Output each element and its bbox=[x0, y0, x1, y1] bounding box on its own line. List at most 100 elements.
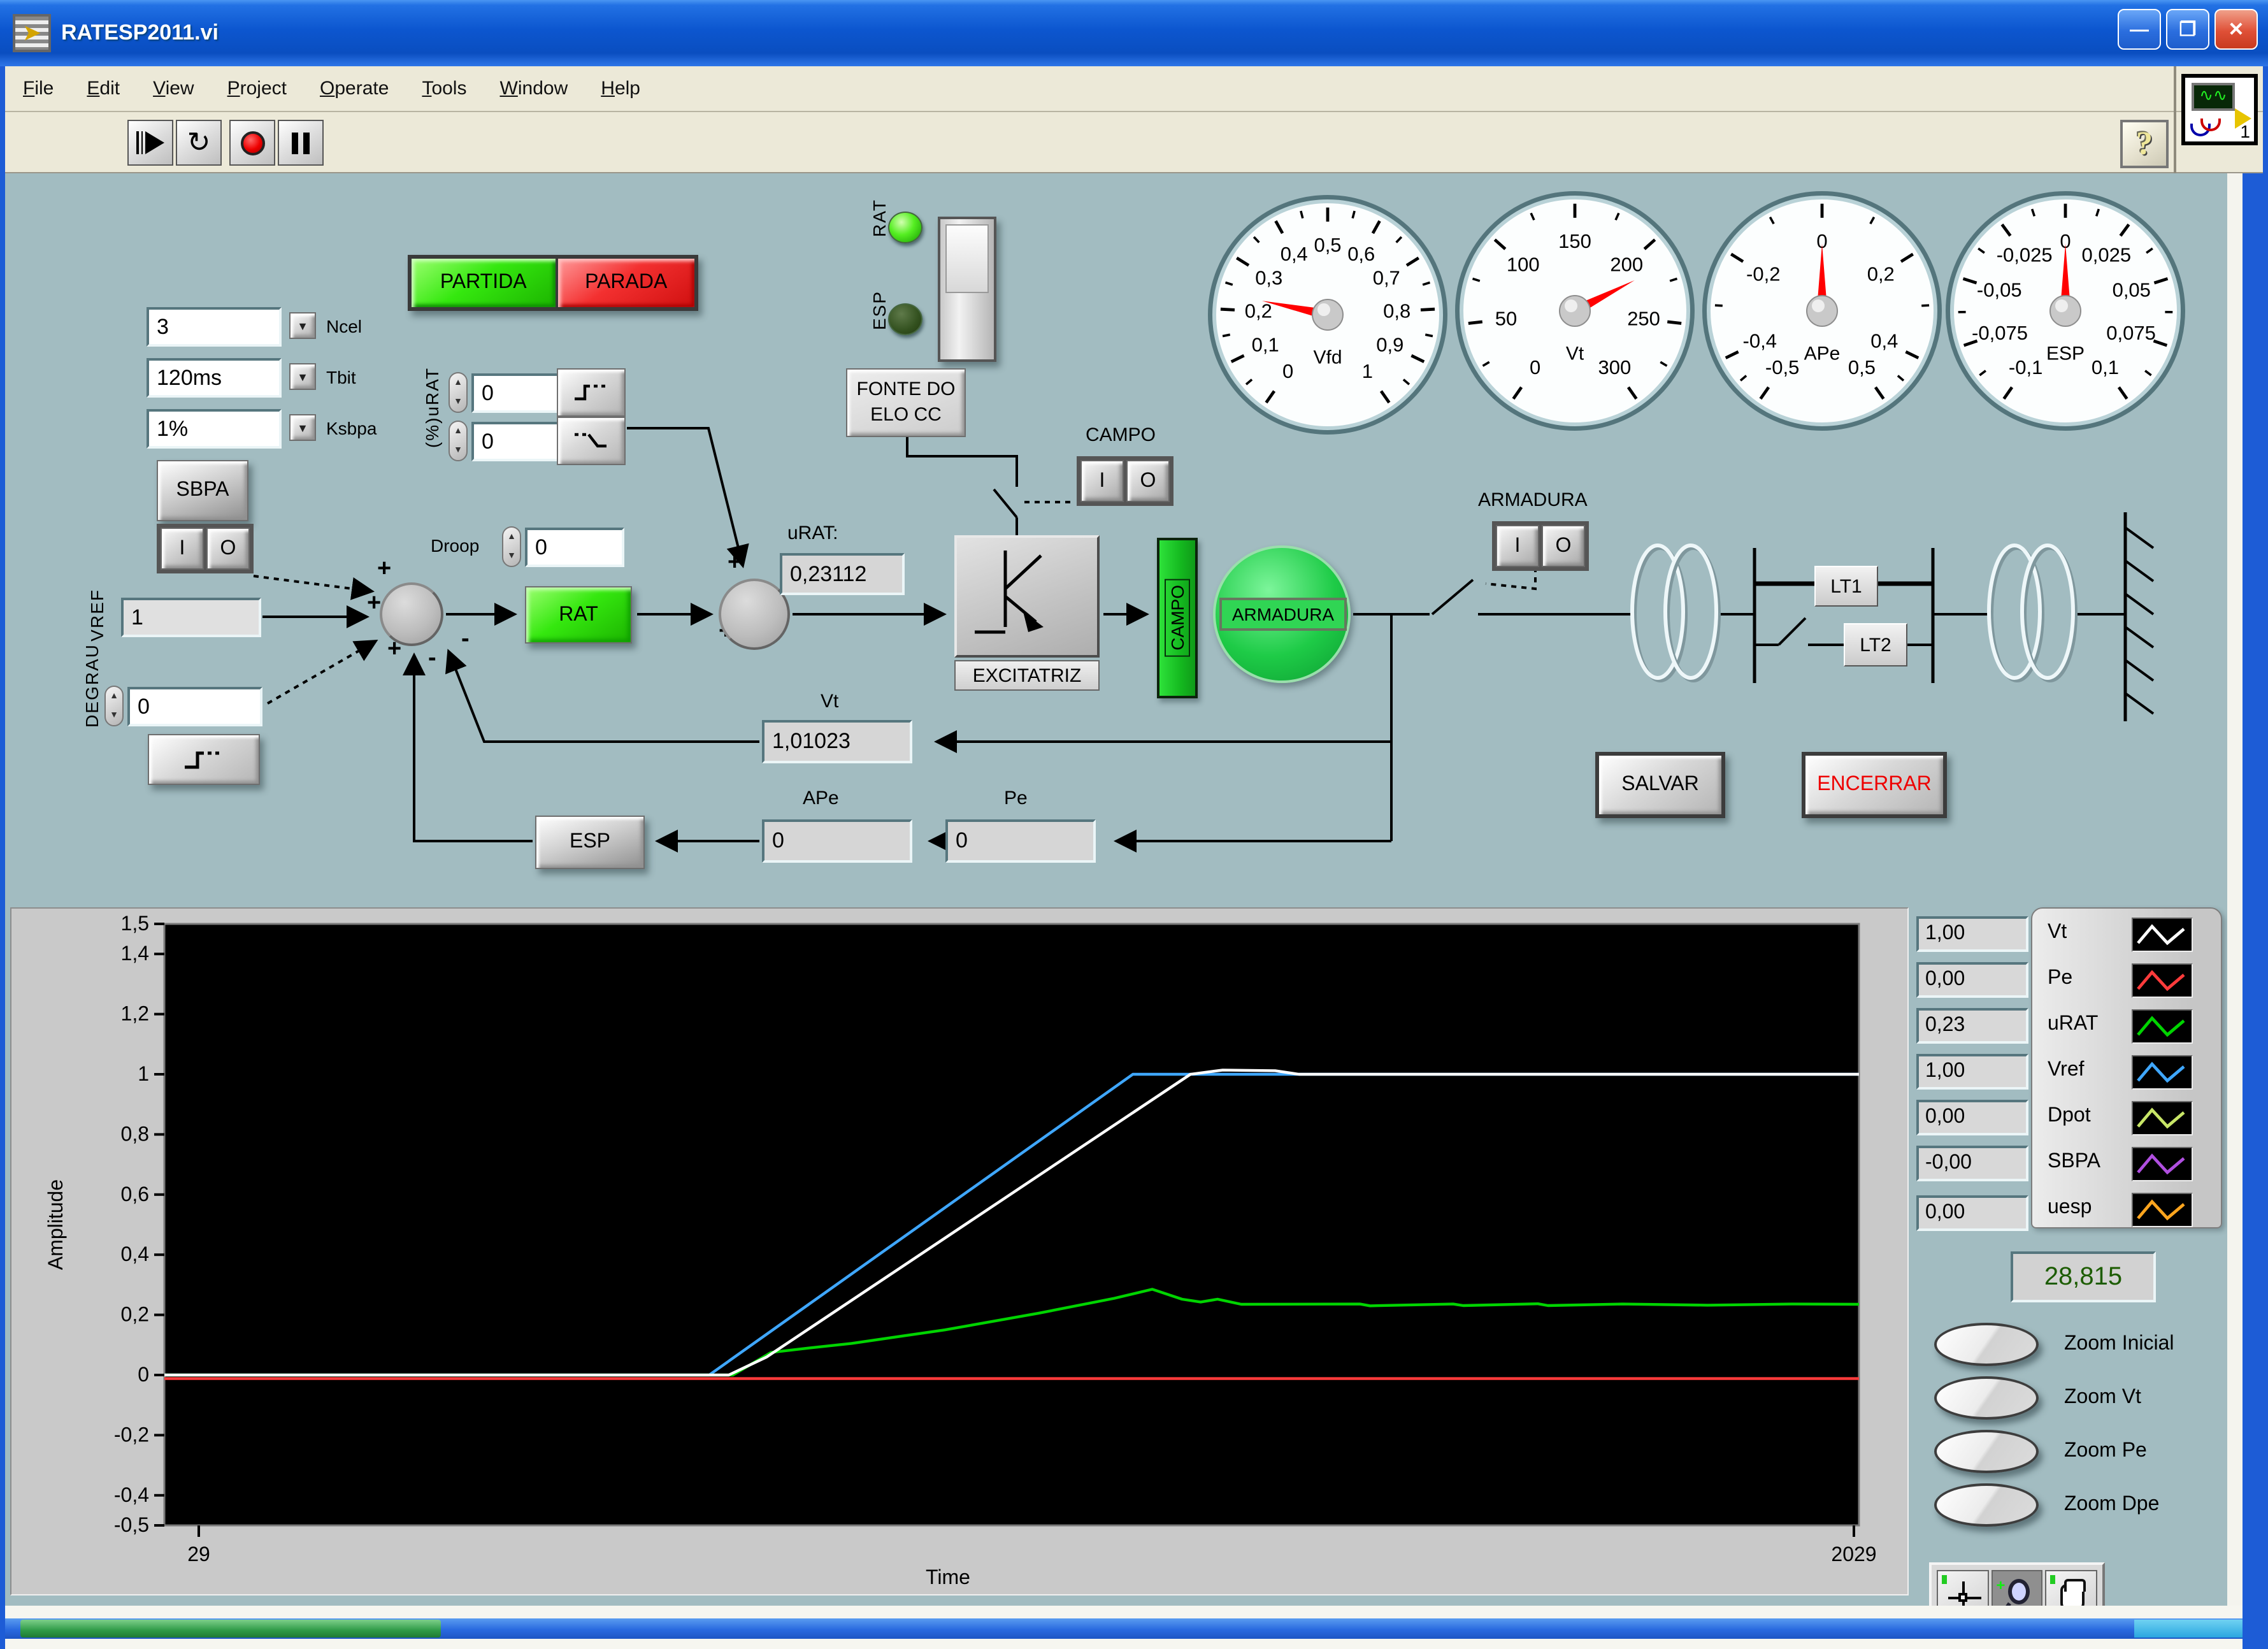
svg-text:-0,075: -0,075 bbox=[1972, 322, 2028, 344]
menu-view[interactable]: View bbox=[153, 78, 194, 99]
gauge-esp: -0,1-0,075-0,05-0,02500,0250,050,0750,1E… bbox=[1938, 184, 2193, 449]
menu-operate[interactable]: Operate bbox=[320, 78, 389, 99]
svg-text:ESP: ESP bbox=[2046, 343, 2085, 364]
menu-edit[interactable]: Edit bbox=[87, 78, 120, 99]
svg-text:0,1: 0,1 bbox=[2092, 356, 2119, 378]
svg-text:100: 100 bbox=[1507, 254, 1540, 276]
menu-file[interactable]: File bbox=[23, 78, 54, 99]
encerrar-button[interactable]: ENCERRAR bbox=[1802, 752, 1947, 818]
urat-display-label: uRAT: bbox=[787, 522, 838, 544]
armadura-off-key[interactable]: O bbox=[1542, 525, 1585, 567]
vi-icon-scope: ∿∿ bbox=[2192, 83, 2235, 111]
esp-block-button[interactable]: ESP bbox=[535, 816, 645, 869]
tbit-ring[interactable]: 120ms bbox=[147, 358, 282, 398]
svg-text:0,3: 0,3 bbox=[1255, 266, 1282, 289]
sbpa-button[interactable]: SBPA bbox=[157, 460, 248, 521]
urat1-stepper[interactable]: ▲▼ bbox=[449, 372, 468, 413]
gauge-vfd: 00,10,20,30,40,50,60,70,80,91Vfd bbox=[1200, 187, 1455, 452]
fonte-elo-cc-block: FONTE DO ELO CC bbox=[846, 368, 966, 437]
rat-button[interactable]: RAT bbox=[525, 586, 632, 644]
svg-text:0,075: 0,075 bbox=[2106, 322, 2156, 344]
run-button[interactable] bbox=[127, 120, 173, 166]
svg-text:150: 150 bbox=[1558, 230, 1591, 252]
pause-button[interactable] bbox=[278, 120, 324, 166]
svg-text:-0,025: -0,025 bbox=[1997, 243, 2053, 266]
gauge-ape: -0,5-0,4-0,200,20,40,5APe bbox=[1695, 184, 1949, 449]
help-button[interactable]: ? bbox=[2120, 120, 2169, 168]
svg-text:-0,4: -0,4 bbox=[1743, 330, 1777, 352]
svg-text:Vfd: Vfd bbox=[1313, 347, 1342, 368]
salvar-button[interactable]: SALVAR bbox=[1595, 752, 1725, 818]
armadura-generator-label: ARMADURA bbox=[1219, 598, 1347, 631]
lt2-block: LT2 bbox=[1844, 623, 1907, 666]
sum-junction-1 bbox=[380, 582, 443, 646]
droop-stepper[interactable]: ▲▼ bbox=[502, 526, 521, 567]
ape-display-label: APe bbox=[803, 788, 839, 809]
excitatriz-block bbox=[954, 535, 1100, 658]
menu-help[interactable]: Help bbox=[601, 78, 640, 99]
degrau-step-button[interactable] bbox=[148, 734, 260, 785]
svg-text:0,8: 0,8 bbox=[1383, 299, 1410, 322]
sbpa-on-key[interactable]: I bbox=[161, 528, 204, 570]
tbit-dropdown-icon[interactable]: ▼ bbox=[289, 363, 316, 390]
pause-icon bbox=[292, 132, 298, 154]
partida-button[interactable]: PARTIDA bbox=[412, 259, 557, 307]
ncel-label: Ncel bbox=[326, 316, 362, 336]
parada-button[interactable]: PARADA bbox=[557, 259, 694, 307]
pe-display: 0 bbox=[945, 819, 1096, 863]
excitatriz-label: EXCITATRIZ bbox=[954, 660, 1100, 691]
step-up-icon bbox=[181, 747, 227, 772]
abort-icon bbox=[240, 131, 264, 155]
minimize-button[interactable]: — bbox=[2118, 9, 2161, 50]
restore-button[interactable]: ❐ bbox=[2166, 9, 2209, 50]
urat-pct-label: (%)uRAT bbox=[422, 367, 442, 448]
svg-text:250: 250 bbox=[1627, 308, 1660, 330]
app-root: ➤ RATESP2011.vi — ❐ ✕ File Edit View Projec… bbox=[0, 0, 2268, 1649]
svg-text:50: 50 bbox=[1495, 308, 1517, 330]
svg-text:APe: APe bbox=[1804, 343, 1841, 364]
vi-titlebar-icon: ➤ bbox=[13, 14, 51, 52]
run-continuous-button[interactable]: ↻ bbox=[176, 120, 222, 166]
svg-text:0,2: 0,2 bbox=[1867, 263, 1895, 285]
abort-button[interactable] bbox=[229, 120, 275, 166]
droop-input[interactable]: 0 bbox=[525, 528, 624, 567]
svg-text:300: 300 bbox=[1598, 356, 1632, 378]
svg-text:-: - bbox=[461, 625, 470, 652]
menu-window[interactable]: Window bbox=[500, 78, 568, 99]
titlebar[interactable]: ➤ RATESP2011.vi — ❐ ✕ bbox=[0, 0, 2268, 66]
led-rat-label: RAT bbox=[869, 199, 889, 237]
degrau-label: DEGRAU bbox=[82, 644, 102, 728]
ksbpa-dropdown-icon[interactable]: ▼ bbox=[289, 414, 316, 441]
degrau-input[interactable]: 0 bbox=[127, 687, 262, 726]
urat-display: 0,23112 bbox=[780, 553, 905, 595]
lt1-block: LT1 bbox=[1814, 566, 1878, 607]
svg-text:0: 0 bbox=[1530, 356, 1540, 378]
svg-text:0,5: 0,5 bbox=[1314, 234, 1341, 256]
sbpa-off-key[interactable]: O bbox=[206, 528, 250, 570]
campo-bar: CAMPO bbox=[1157, 538, 1198, 698]
sbpa-io-switch: I O bbox=[157, 524, 254, 573]
toolbar-divider bbox=[2174, 66, 2176, 173]
vref-input[interactable]: 1 bbox=[121, 598, 261, 637]
campo-on-key[interactable]: I bbox=[1080, 460, 1124, 502]
vt-display-label: Vt bbox=[821, 691, 838, 712]
window: ➤ RATESP2011.vi — ❐ ✕ File Edit View Projec… bbox=[0, 0, 2268, 1649]
vi-icon: ∿∿ 1 bbox=[2181, 74, 2258, 145]
menu-tools[interactable]: Tools bbox=[422, 78, 466, 99]
svg-text:0,025: 0,025 bbox=[2082, 243, 2132, 266]
ncel-dropdown-icon[interactable]: ▼ bbox=[289, 312, 316, 339]
urat-ramp-button[interactable] bbox=[557, 417, 626, 465]
urat2-stepper[interactable]: ▲▼ bbox=[449, 421, 468, 461]
close-button[interactable]: ✕ bbox=[2214, 9, 2258, 50]
menu-project[interactable]: Project bbox=[227, 78, 287, 99]
ksbpa-ring[interactable]: 1% bbox=[147, 409, 282, 449]
svg-text:1: 1 bbox=[1362, 360, 1373, 382]
campo-off-key[interactable]: O bbox=[1126, 460, 1170, 502]
ncel-ring[interactable]: 3 bbox=[147, 307, 282, 347]
armadura-on-key[interactable]: I bbox=[1496, 525, 1539, 567]
urat-step-button[interactable] bbox=[557, 368, 626, 417]
degrau-stepper[interactable]: ▲▼ bbox=[104, 686, 124, 726]
armadura-io-switch: I O bbox=[1492, 521, 1589, 571]
rat-esp-switch[interactable] bbox=[938, 217, 996, 362]
svg-text:200: 200 bbox=[1610, 254, 1643, 276]
